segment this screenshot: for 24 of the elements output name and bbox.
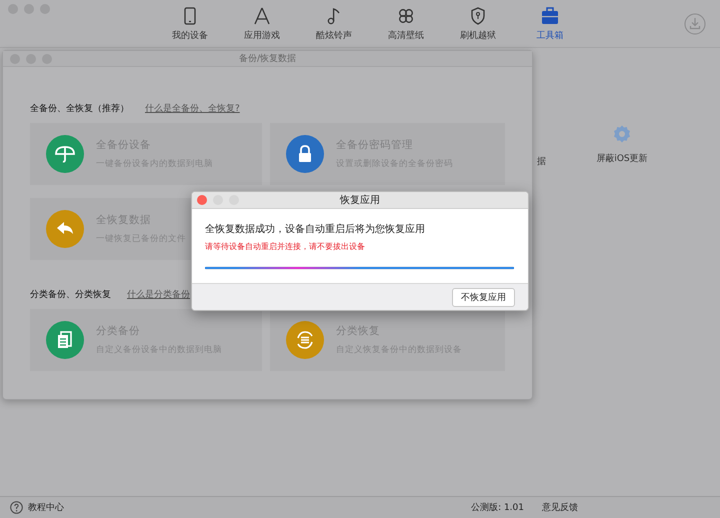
help-link[interactable]: 什么是全备份、全恢复? <box>145 102 240 115</box>
window-title: 备份/恢复数据 <box>238 52 296 65</box>
help-link[interactable]: 教程中心 <box>28 501 64 514</box>
close-button[interactable] <box>197 195 207 205</box>
toolbar-tab[interactable]: 工具箱 <box>517 6 583 42</box>
cancel-button[interactable]: 不恢复应用 <box>452 288 515 306</box>
gear-icon <box>612 124 632 144</box>
toolbar-tab[interactable]: 高清壁纸 <box>373 6 439 42</box>
section-heading: 分类备份、分类恢复 <box>30 288 111 301</box>
tool-label[interactable]: 屏蔽iOS更新 <box>596 152 648 165</box>
section-heading: 全备份、全恢复（推荐） <box>30 102 129 115</box>
toolbar-tab[interactable]: 酷炫铃声 <box>301 6 367 42</box>
help-icon <box>10 501 23 514</box>
toolbar-tab[interactable]: 我的设备 <box>157 6 223 42</box>
feedback-link[interactable]: 意见反馈 <box>542 501 578 514</box>
help-link[interactable]: 什么是分类备份 <box>127 288 190 301</box>
tool-label: 据 <box>537 156 546 168</box>
window-title: 恢复应用 <box>340 194 380 207</box>
toolbar-tab[interactable]: 应用游戏 <box>229 6 295 42</box>
version-label: 公测版: 1.01 <box>471 502 524 514</box>
toolbox-icon <box>540 6 560 26</box>
triangle-icon <box>252 6 272 26</box>
toolbar-tab[interactable]: 刷机越狱 <box>445 6 511 42</box>
download-icon[interactable] <box>684 12 706 34</box>
